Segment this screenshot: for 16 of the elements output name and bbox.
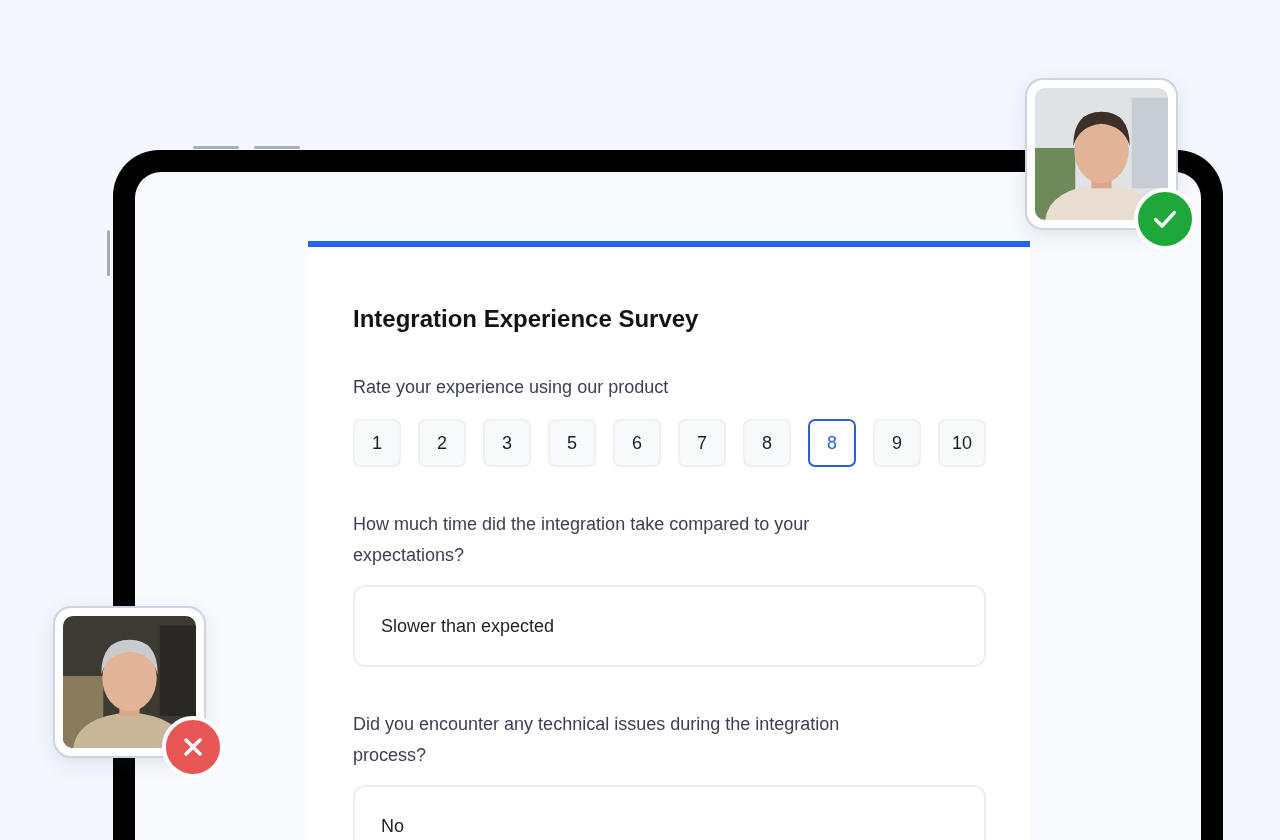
rating-option[interactable]: 7 [678, 419, 726, 467]
question-label: How much time did the integration take compared to your expectations? [353, 513, 811, 567]
rating-option[interactable]: 8 [808, 419, 856, 467]
rating-option[interactable]: 2 [418, 419, 466, 467]
rating-option[interactable]: 5 [548, 419, 596, 467]
rating-option[interactable]: 8 [743, 419, 791, 467]
rating-option[interactable]: 3 [483, 419, 531, 467]
question-label: Did you encounter any technical issues during the integration process? [353, 713, 841, 767]
answer-field[interactable]: Slower than expected [353, 585, 986, 667]
question-label: Rate your experience using our product [353, 376, 670, 399]
rating-option[interactable]: 1 [353, 419, 401, 467]
answer-field[interactable]: No [353, 785, 986, 840]
rating-option[interactable]: 6 [613, 419, 661, 467]
survey-title: Integration Experience Survey [353, 304, 700, 334]
rating-option[interactable]: 10 [938, 419, 986, 467]
rating-option[interactable]: 9 [873, 419, 921, 467]
